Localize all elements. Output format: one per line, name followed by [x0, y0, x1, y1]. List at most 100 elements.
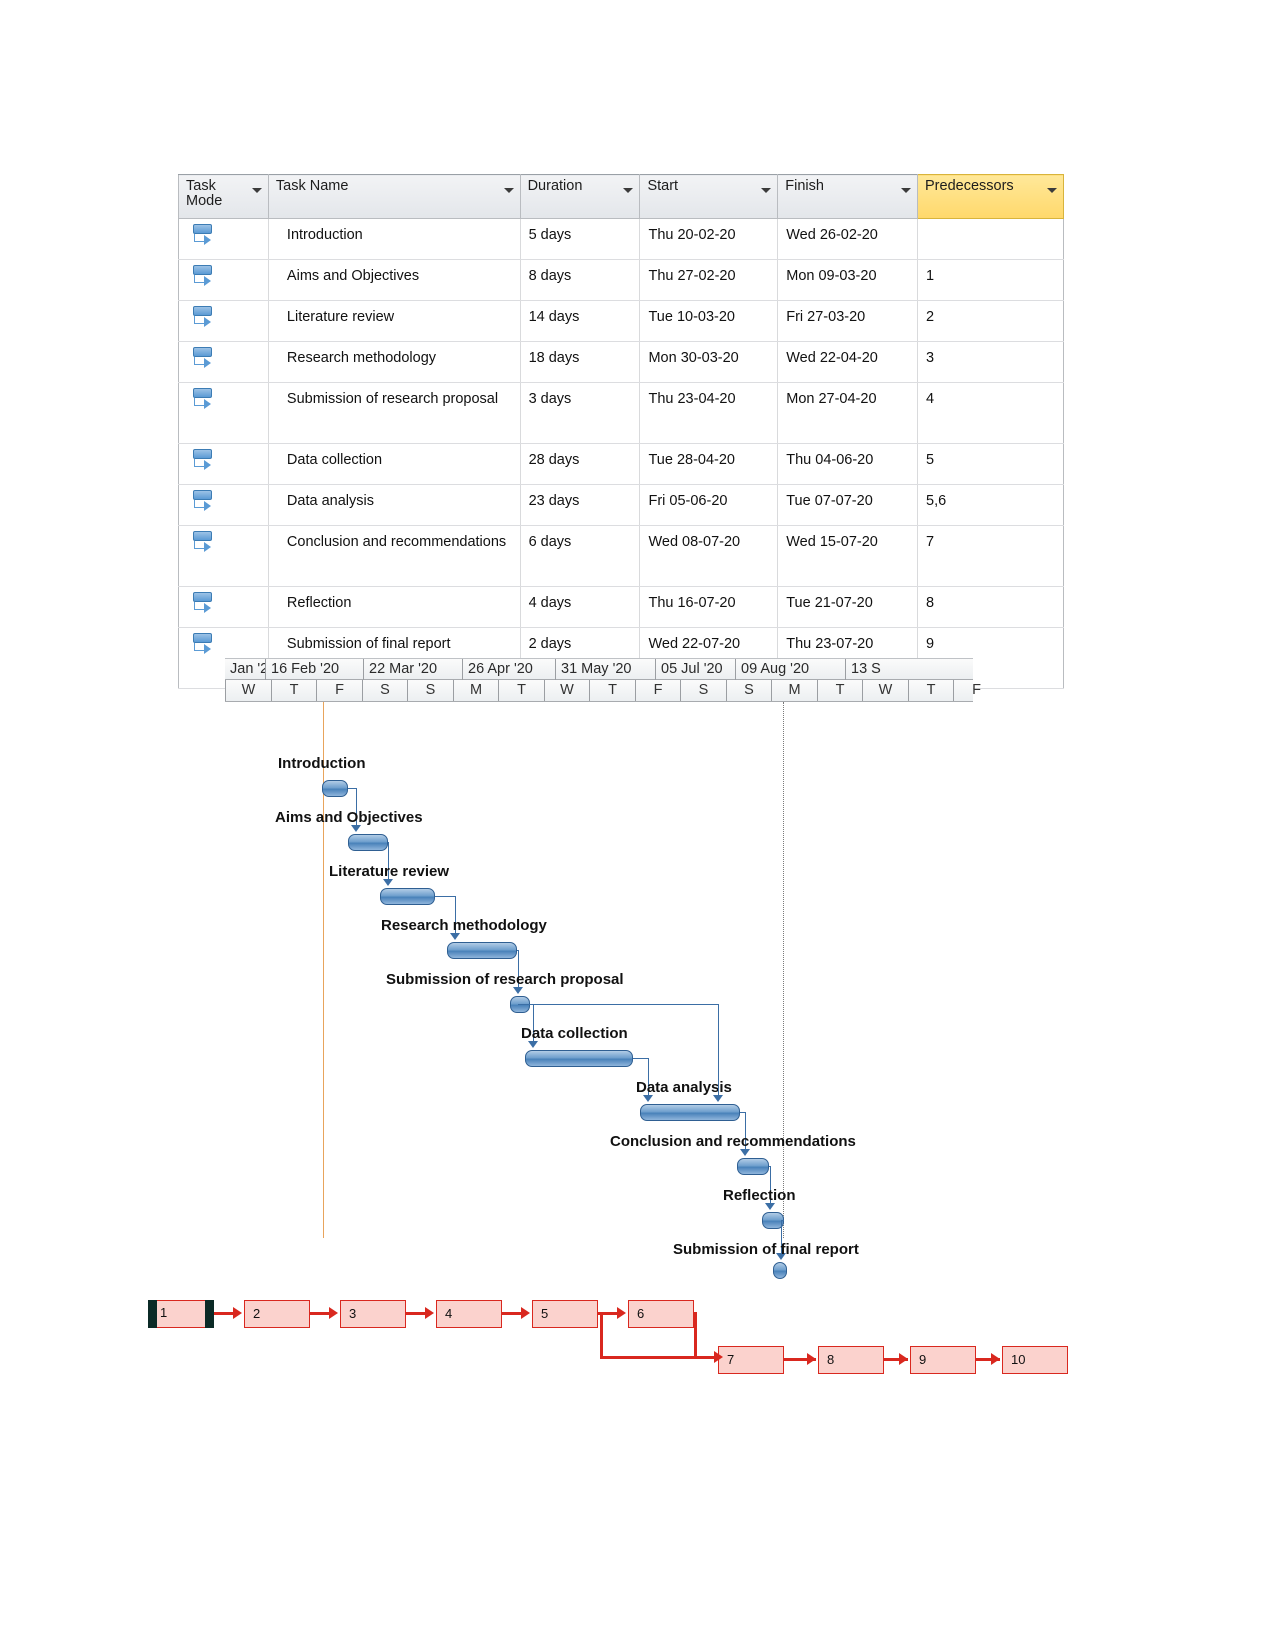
predecessors-cell[interactable]: 3 [917, 341, 1064, 383]
predecessors-cell[interactable]: 2 [917, 300, 1064, 342]
predecessors-cell[interactable]: 7 [917, 525, 1064, 587]
task-mode-cell[interactable] [178, 382, 269, 444]
table-row[interactable]: Data collection 28 days Tue 28-04-20 Thu 04… [178, 443, 1064, 485]
gantt-bar[interactable] [640, 1104, 740, 1121]
finish-date-cell[interactable]: Mon 09-03-20 [777, 259, 919, 301]
network-node[interactable]: 7 [718, 1346, 784, 1374]
predecessors-cell[interactable]: 5,6 [917, 484, 1064, 526]
start-date-cell[interactable]: Mon 30-03-20 [639, 341, 779, 383]
duration-cell[interactable]: 4 days [519, 586, 641, 628]
finish-date-cell[interactable]: Wed 22-04-20 [777, 341, 919, 383]
task-name-cell[interactable]: Submission of research proposal [267, 382, 521, 444]
start-date-cell[interactable]: Thu 27-02-20 [639, 259, 779, 301]
start-date-cell[interactable]: Fri 05-06-20 [639, 484, 779, 526]
table-row[interactable]: Literature review 14 days Tue 10-03-20 Fri … [178, 300, 1064, 342]
network-diagram[interactable]: 1 2 3 4 5 6 7 8 9 10 [148, 1290, 1078, 1380]
filter-dropdown-icon[interactable] [1047, 188, 1057, 193]
network-node[interactable]: 4 [436, 1300, 502, 1328]
task-mode-cell[interactable] [178, 443, 269, 485]
filter-dropdown-icon[interactable] [623, 188, 634, 193]
gantt-bar[interactable] [348, 834, 388, 851]
duration-cell[interactable]: 8 days [519, 259, 641, 301]
gantt-bar[interactable] [525, 1050, 633, 1067]
predecessors-cell[interactable]: 5 [917, 443, 1064, 485]
duration-cell[interactable]: 18 days [519, 341, 641, 383]
network-node[interactable]: 8 [818, 1346, 884, 1374]
task-mode-cell[interactable] [178, 341, 269, 383]
duration-cell[interactable]: 28 days [519, 443, 641, 485]
filter-dropdown-icon[interactable] [901, 188, 912, 193]
task-name-cell[interactable]: Reflection [267, 586, 521, 628]
network-node[interactable]: 3 [340, 1300, 406, 1328]
start-date-cell[interactable]: Thu 20-02-20 [639, 218, 779, 260]
task-mode-cell[interactable] [178, 259, 269, 301]
task-mode-cell[interactable] [178, 525, 269, 587]
gantt-bar[interactable] [447, 942, 517, 959]
filter-dropdown-icon[interactable] [761, 188, 772, 193]
task-mode-cell[interactable] [178, 586, 269, 628]
task-name-cell[interactable]: Literature review [267, 300, 521, 342]
start-date-cell[interactable]: Wed 08-07-20 [639, 525, 779, 587]
finish-date-cell[interactable]: Tue 21-07-20 [777, 586, 919, 628]
table-row[interactable]: Reflection 4 days Thu 16-07-20 Tue 21-07-20… [178, 586, 1064, 628]
finish-date-cell[interactable]: Tue 07-07-20 [777, 484, 919, 526]
task-name-cell[interactable]: Conclusion and recommendations [267, 525, 521, 587]
network-node[interactable]: 1 [148, 1300, 214, 1328]
table-row[interactable]: Submission of research proposal 3 days Thu… [178, 382, 1064, 444]
gantt-bar[interactable] [322, 780, 348, 797]
column-header-duration[interactable]: Duration [519, 174, 641, 219]
table-row[interactable]: Research methodology 18 days Mon 30-03-20 W… [178, 341, 1064, 383]
gantt-bar[interactable] [737, 1158, 769, 1175]
table-row[interactable]: Introduction 5 days Thu 20-02-20 Wed 26-02-… [178, 218, 1064, 260]
task-name-cell[interactable]: Research methodology [267, 341, 521, 383]
filter-dropdown-icon[interactable] [503, 188, 514, 193]
gantt-bars-area[interactable]: Introduction Aims and Objectives Literatur… [225, 702, 973, 1279]
task-name-cell[interactable]: Data analysis [267, 484, 521, 526]
column-header-predecessors[interactable]: Predecessors [917, 174, 1064, 219]
start-date-cell[interactable]: Thu 16-07-20 [639, 586, 779, 628]
predecessors-cell[interactable] [917, 218, 1064, 260]
finish-date-cell[interactable]: Wed 26-02-20 [777, 218, 919, 260]
gantt-link [435, 896, 455, 897]
duration-cell[interactable]: 23 days [519, 484, 641, 526]
task-name-cell[interactable]: Introduction [267, 218, 521, 260]
gantt-bar[interactable] [773, 1262, 787, 1279]
network-link-arrow-icon [425, 1307, 434, 1319]
finish-date-cell[interactable]: Wed 15-07-20 [777, 525, 919, 587]
finish-date-cell[interactable]: Thu 04-06-20 [777, 443, 919, 485]
table-row[interactable]: Aims and Objectives 8 days Thu 27-02-20 Mon… [178, 259, 1064, 301]
duration-cell[interactable]: 14 days [519, 300, 641, 342]
network-node[interactable]: 2 [244, 1300, 310, 1328]
predecessors-cell[interactable]: 8 [917, 586, 1064, 628]
column-header-task-name[interactable]: Task Name [267, 174, 521, 219]
column-header-start[interactable]: Start [639, 174, 779, 219]
finish-date-cell[interactable]: Mon 27-04-20 [777, 382, 919, 444]
column-header-task-mode[interactable]: Task Mode [178, 174, 269, 219]
gantt-chart[interactable]: Jan '2016 Feb '2022 Mar '2026 Apr '2031 … [225, 658, 981, 1279]
start-date-cell[interactable]: Tue 10-03-20 [639, 300, 779, 342]
task-table[interactable]: Task Mode Task Name Duration Start Finis… [178, 174, 1064, 689]
table-row[interactable]: Data analysis 23 days Fri 05-06-20 Tue 07-0… [178, 484, 1064, 526]
network-node[interactable]: 10 [1002, 1346, 1068, 1374]
network-node[interactable]: 6 [628, 1300, 694, 1328]
task-mode-cell[interactable] [178, 484, 269, 526]
gantt-bar[interactable] [380, 888, 435, 905]
finish-date-cell[interactable]: Fri 27-03-20 [777, 300, 919, 342]
predecessors-cell[interactable]: 4 [917, 382, 1064, 444]
table-row[interactable]: Conclusion and recommendations 6 days Wed … [178, 525, 1064, 587]
task-mode-cell[interactable] [178, 300, 269, 342]
duration-cell[interactable]: 6 days [519, 525, 641, 587]
network-node[interactable]: 9 [910, 1346, 976, 1374]
column-header-finish[interactable]: Finish [777, 174, 919, 219]
filter-dropdown-icon[interactable] [251, 188, 262, 193]
network-node[interactable]: 5 [532, 1300, 598, 1328]
task-name-cell[interactable]: Aims and Objectives [267, 259, 521, 301]
predecessors-cell[interactable]: 1 [917, 259, 1064, 301]
start-date-cell[interactable]: Tue 28-04-20 [639, 443, 779, 485]
start-date-cell[interactable]: Thu 23-04-20 [639, 382, 779, 444]
auto-schedule-icon [191, 264, 217, 290]
duration-cell[interactable]: 3 days [519, 382, 641, 444]
task-name-cell[interactable]: Data collection [267, 443, 521, 485]
task-mode-cell[interactable] [178, 218, 269, 260]
duration-cell[interactable]: 5 days [519, 218, 641, 260]
